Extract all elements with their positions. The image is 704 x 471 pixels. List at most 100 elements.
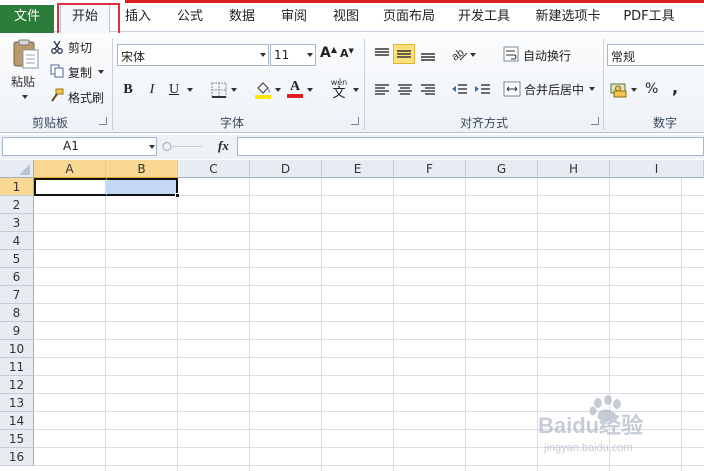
fill-handle[interactable] <box>175 193 180 198</box>
grid-line <box>34 231 704 232</box>
copy-button[interactable]: 复制 <box>68 64 92 81</box>
fill-color-dropdown-icon[interactable] <box>275 88 281 92</box>
grid-line <box>465 178 466 471</box>
format-painter-button[interactable]: 格式刷 <box>68 89 104 106</box>
row-header[interactable]: 4 <box>0 232 34 250</box>
tab-page-layout[interactable]: 页面布局 <box>378 5 440 29</box>
copy-dropdown-icon[interactable] <box>98 70 104 74</box>
row-header[interactable]: 6 <box>0 268 34 286</box>
format-painter-icon <box>50 88 64 102</box>
column-header[interactable]: E <box>322 160 394 178</box>
align-right-icon[interactable] <box>417 80 439 100</box>
grid-line <box>34 465 704 466</box>
phonetic-icon[interactable]: wén 文 <box>328 79 350 101</box>
row-header[interactable]: 10 <box>0 340 34 358</box>
column-header[interactable]: A <box>34 160 106 178</box>
fill-color-icon[interactable] <box>254 80 272 100</box>
column-header[interactable]: C <box>178 160 250 178</box>
bold-button[interactable]: B <box>118 80 138 100</box>
tab-review[interactable]: 审阅 <box>274 5 314 29</box>
clipboard-group-label: 剪贴板 <box>31 116 68 130</box>
currency-dropdown-icon[interactable] <box>631 88 637 92</box>
currency-icon[interactable] <box>610 80 628 98</box>
tab-pdf[interactable]: PDF工具 <box>618 5 680 29</box>
grow-font-glyph: A <box>320 45 331 61</box>
clipboard-launcher-icon[interactable] <box>99 117 107 125</box>
row-header[interactable]: 9 <box>0 322 34 340</box>
tab-formulas[interactable]: 公式 <box>170 5 210 29</box>
watermark-url: jingyan.baidu.com <box>543 442 633 454</box>
tab-insert[interactable]: 插入 <box>118 5 158 29</box>
row-header[interactable]: 7 <box>0 286 34 304</box>
tab-file[interactable]: 文件 <box>0 5 54 33</box>
percent-button[interactable]: % <box>645 81 658 97</box>
orientation-icon[interactable]: ab <box>448 44 470 64</box>
align-bottom-icon[interactable] <box>417 44 439 64</box>
grid-line <box>34 267 704 268</box>
name-box[interactable]: A1 <box>2 137 157 156</box>
select-all-button[interactable] <box>0 160 34 178</box>
row-header[interactable]: 2 <box>0 196 34 214</box>
paste-button[interactable]: 粘贴 <box>11 73 41 90</box>
formula-input[interactable] <box>237 137 704 156</box>
comma-button[interactable]: , <box>672 78 678 97</box>
font-size-combo[interactable]: 11 <box>270 44 316 66</box>
column-header[interactable]: F <box>394 160 466 178</box>
column-header[interactable]: I <box>610 160 704 178</box>
align-middle-icon[interactable] <box>393 44 415 64</box>
cut-button[interactable]: 剪切 <box>68 39 92 56</box>
tab-view[interactable]: 视图 <box>326 5 366 29</box>
decrease-indent-icon[interactable] <box>449 80 471 100</box>
border-icon[interactable] <box>211 82 227 98</box>
merge-dropdown-icon[interactable] <box>589 87 595 91</box>
column-header[interactable]: D <box>250 160 322 178</box>
grid-line <box>34 249 704 250</box>
font-name-combo[interactable]: 宋体 <box>117 44 269 66</box>
underline-button[interactable]: U <box>164 80 184 100</box>
alignment-launcher-icon[interactable] <box>591 117 599 125</box>
number-format-combo[interactable]: 常规 <box>607 44 704 66</box>
orientation-dropdown-icon[interactable] <box>470 53 476 57</box>
tab-new[interactable]: 新建选项卡 <box>530 5 606 29</box>
align-center-icon[interactable] <box>394 80 416 100</box>
paste-icon[interactable] <box>10 38 42 70</box>
insert-function-button[interactable]: fx <box>218 138 229 154</box>
align-top-icon[interactable] <box>371 44 393 64</box>
paste-dropdown-icon[interactable] <box>22 95 28 99</box>
grow-font-button[interactable]: A▲ <box>320 45 337 63</box>
row-header[interactable]: 1 <box>0 178 34 196</box>
column-header[interactable]: G <box>466 160 538 178</box>
tab-data[interactable]: 数据 <box>222 5 262 29</box>
merge-center-icon <box>503 81 521 97</box>
font-color-button[interactable]: A <box>286 79 304 99</box>
active-cell[interactable] <box>34 178 106 196</box>
shrink-font-button[interactable]: A▼ <box>340 47 356 65</box>
column-header[interactable]: B <box>106 160 178 178</box>
font-name-value: 宋体 <box>121 50 146 64</box>
row-header[interactable]: 5 <box>0 250 34 268</box>
row-header[interactable]: 15 <box>0 430 34 448</box>
row-header[interactable]: 8 <box>0 304 34 322</box>
row-header[interactable]: 12 <box>0 376 34 394</box>
row-header[interactable]: 3 <box>0 214 34 232</box>
font-launcher-icon[interactable] <box>351 117 359 125</box>
underline-dropdown-icon[interactable] <box>187 88 193 92</box>
tab-developer[interactable]: 开发工具 <box>453 5 515 29</box>
italic-button[interactable]: I <box>142 80 162 100</box>
row-header[interactable]: 14 <box>0 412 34 430</box>
align-left-icon[interactable] <box>371 80 393 100</box>
alignment-group-label: 对齐方式 <box>459 116 508 130</box>
row-header[interactable]: 13 <box>0 394 34 412</box>
merge-center-button[interactable]: 合并后居中 <box>524 81 584 98</box>
row-header[interactable]: 11 <box>0 358 34 376</box>
row-header[interactable]: 16 <box>0 448 34 466</box>
grid-line <box>393 178 394 471</box>
selected-cell[interactable] <box>106 178 178 196</box>
font-color-dropdown-icon[interactable] <box>307 88 313 92</box>
wrap-text-button[interactable]: 自动换行 <box>523 47 571 64</box>
scissors-icon <box>50 40 64 54</box>
column-header[interactable]: H <box>538 160 610 178</box>
border-dropdown-icon[interactable] <box>231 88 237 92</box>
increase-indent-icon[interactable] <box>472 80 494 100</box>
phonetic-dropdown-icon[interactable] <box>353 88 359 92</box>
